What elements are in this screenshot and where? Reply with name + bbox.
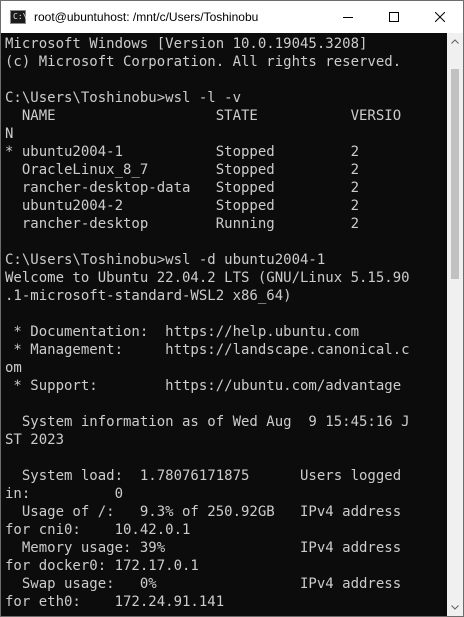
console-line: om <box>5 360 22 376</box>
console-line: Memory usage: 39% IPv4 address <box>5 540 402 556</box>
window-title: root@ubuntuhost: /mnt/c/Users/Toshinobu <box>34 10 259 24</box>
console-app-icon-label: C:\ <box>13 12 28 21</box>
console-line: rancher-desktop-data Stopped 2 <box>5 180 360 196</box>
console-line: OracleLinux_8_7 Stopped 2 <box>5 162 360 178</box>
chevron-up-icon <box>451 39 459 44</box>
terminal-window: C:\ root@ubuntuhost: /mnt/c/Users/Toshin… <box>0 0 464 617</box>
minimize-button[interactable] <box>325 1 371 33</box>
title-bar[interactable]: C:\ root@ubuntuhost: /mnt/c/Users/Toshin… <box>1 1 463 33</box>
console-line: Swap usage: 0% IPv4 address <box>5 576 402 592</box>
close-button[interactable] <box>417 1 463 33</box>
console-line: Welcome to Ubuntu 22.04.2 LTS (GNU/Linux… <box>5 270 410 286</box>
console-line: System load: 1.78076171875 Users logged <box>5 468 402 484</box>
scroll-up-button[interactable] <box>447 33 463 50</box>
close-icon <box>435 12 445 22</box>
console-line: N <box>5 126 14 142</box>
console-line: for eth0: 172.24.91.141 <box>5 594 225 610</box>
console-lines: Microsoft Windows [Version 10.0.19045.32… <box>5 35 410 611</box>
maximize-button[interactable] <box>371 1 417 33</box>
console-line: * Management: https://landscape.canonica… <box>5 342 410 358</box>
console-line: .1-microsoft-standard-WSL2 x86_64) <box>5 288 292 304</box>
scroll-down-button[interactable] <box>447 599 463 616</box>
console-line: (c) Microsoft Corporation. All rights re… <box>5 54 402 70</box>
console-line: rancher-desktop Running 2 <box>5 216 360 232</box>
console-line: Usage of /: 9.3% of 250.92GB IPv4 addres… <box>5 504 402 520</box>
console-line: * Documentation: https://help.ubuntu.com <box>5 324 360 340</box>
maximize-icon <box>389 12 399 22</box>
console-line: Microsoft Windows [Version 10.0.19045.32… <box>5 36 368 52</box>
console-line: ubuntu2004-2 Stopped 2 <box>5 198 360 214</box>
console-app-icon[interactable]: C:\ <box>10 10 28 24</box>
scrollbar-thumb[interactable] <box>451 69 459 279</box>
console-line: for cni0: 10.42.0.1 <box>5 522 191 538</box>
console-line: C:\Users\Toshinobu>wsl -l -v <box>5 90 242 106</box>
console-line: in: 0 <box>5 486 124 502</box>
console-line: System information as of Wed Aug 9 15:45… <box>5 414 410 430</box>
chevron-down-icon <box>451 605 459 610</box>
console-line: ST 2023 <box>5 432 65 448</box>
console-line: for docker0: 172.17.0.1 <box>5 558 199 574</box>
console-line: * Support: https://ubuntu.com/advantage <box>5 378 402 394</box>
console-line: NAME STATE VERSIO <box>5 108 402 124</box>
console-line: * ubuntu2004-1 Stopped 2 <box>5 144 360 160</box>
vertical-scrollbar[interactable] <box>447 33 463 616</box>
minimize-icon <box>343 17 353 18</box>
console-line: C:\Users\Toshinobu>wsl -d ubuntu2004-1 <box>5 252 326 268</box>
console-output[interactable]: Microsoft Windows [Version 10.0.19045.32… <box>1 33 447 616</box>
